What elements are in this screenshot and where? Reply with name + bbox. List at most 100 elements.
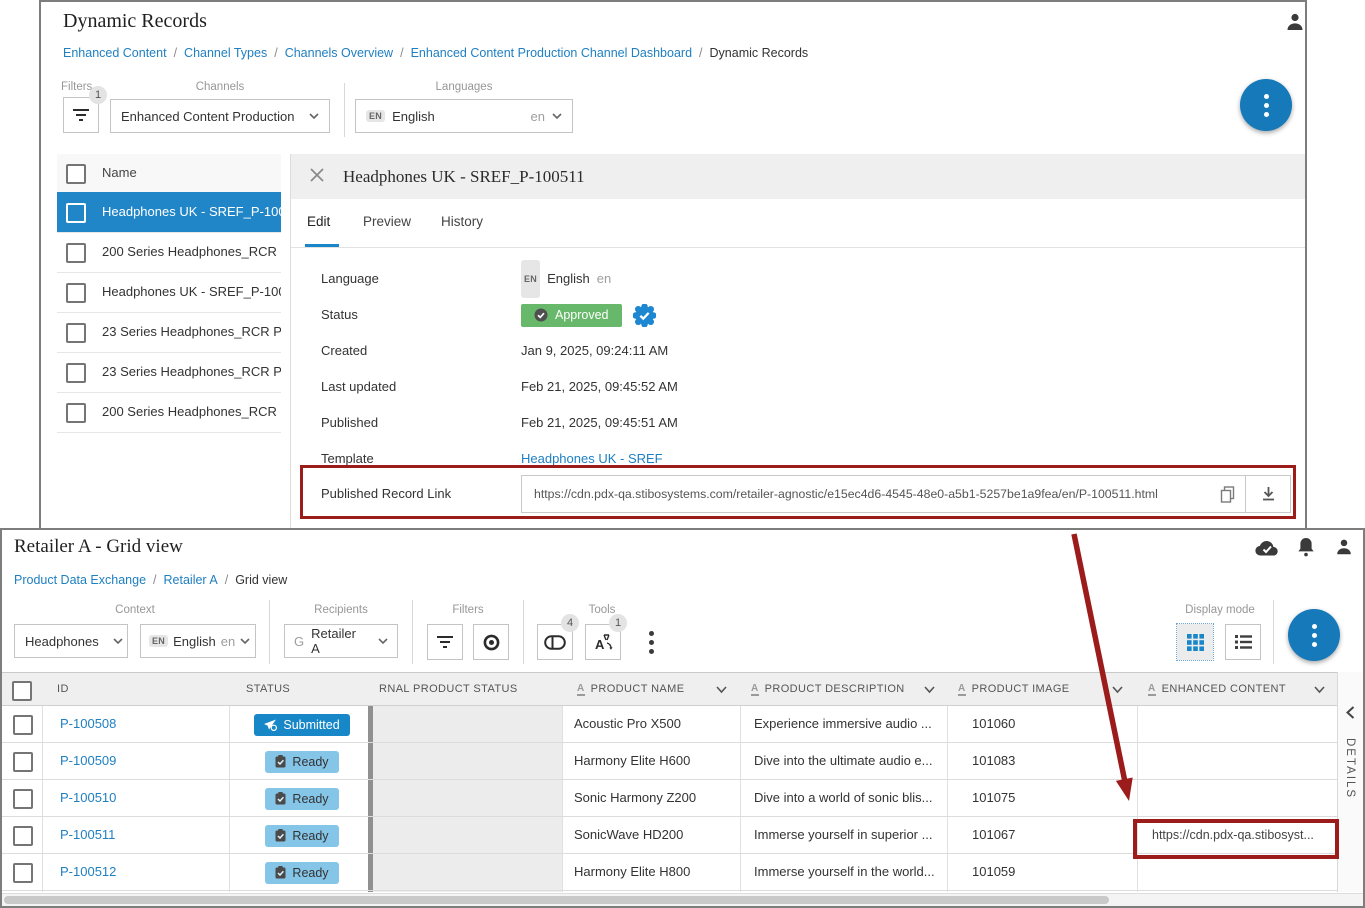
channels-dropdown[interactable]: Enhanced Content Production <box>110 99 330 133</box>
breadcrumb-channel-types[interactable]: Channel Types <box>184 46 267 60</box>
record-list-item[interactable]: Headphones UK - SREF_P-100 <box>57 192 281 233</box>
row-checkbox[interactable] <box>13 789 33 809</box>
col-header-product-description[interactable]: APRODUCT DESCRIPTION <box>751 673 905 705</box>
user-icon[interactable] <box>1284 11 1306 33</box>
product-id-link[interactable]: P-100509 <box>60 743 116 779</box>
col-header-product-image[interactable]: APRODUCT IMAGE <box>958 673 1070 705</box>
download-icon[interactable] <box>1245 476 1290 512</box>
breadcrumb-channel-dashboard[interactable]: Enhanced Content Production Channel Dash… <box>411 46 692 60</box>
languages-dropdown[interactable]: EN English en <box>355 99 573 133</box>
table-row[interactable]: P-100511 Ready SonicWave HD200 Immerse y… <box>2 817 1339 854</box>
table-row[interactable]: P-100508 Submitted Acoustic Pro X500 Exp… <box>2 706 1339 743</box>
breadcrumb-channels-overview[interactable]: Channels Overview <box>285 46 393 60</box>
row-checkbox[interactable] <box>66 203 86 223</box>
record-list-item[interactable]: 23 Series Headphones_RCR P <box>57 352 281 393</box>
product-name-cell: Sonic Harmony Z200 <box>574 780 696 816</box>
col-header-enhanced-content[interactable]: AENHANCED CONTENT <box>1148 673 1286 705</box>
chevron-down-icon[interactable] <box>1314 686 1325 694</box>
status-badge: Submitted <box>254 714 349 736</box>
row-checkbox[interactable] <box>13 863 33 883</box>
tools-kebab-menu[interactable] <box>633 624 669 660</box>
chevron-down-icon <box>378 638 388 645</box>
close-icon[interactable] <box>309 167 325 183</box>
copy-icon[interactable] <box>1209 486 1245 503</box>
record-list-item[interactable]: 200 Series Headphones_RCR <box>57 232 281 273</box>
filters-button[interactable] <box>427 624 463 660</box>
enhanced-content-cell[interactable]: https://cdn.pdx-qa.stibosyst... <box>1152 817 1314 853</box>
row-checkbox[interactable] <box>13 826 33 846</box>
product-id-link[interactable]: P-100508 <box>60 706 116 742</box>
record-list-item[interactable]: 23 Series Headphones_RCR P <box>57 312 281 353</box>
product-id-link[interactable]: P-100511 <box>60 817 115 853</box>
chevron-down-icon[interactable] <box>924 686 935 694</box>
table-row[interactable]: P-100512 Ready Harmony Elite H800 Immers… <box>2 854 1339 891</box>
field-label: Published <box>321 405 378 441</box>
row-checkbox[interactable] <box>13 715 33 735</box>
product-id-link[interactable]: P-100510 <box>60 780 116 816</box>
breadcrumb-retailer-a[interactable]: Retailer A <box>164 573 218 587</box>
breadcrumb: Product Data Exchange/Retailer A/Grid vi… <box>14 572 287 587</box>
bell-icon[interactable] <box>1296 536 1316 558</box>
field-label: Status <box>321 297 358 333</box>
recipients-dropdown[interactable]: G Retailer A <box>284 624 398 658</box>
published-record-link-input[interactable]: https://cdn.pdx-qa.stibosystems.com/reta… <box>521 475 1291 513</box>
col-header-status[interactable]: STATUS <box>246 673 290 705</box>
product-image-cell: 101075 <box>972 780 1015 816</box>
toolbar-divider <box>412 600 413 664</box>
display-mode-list-button[interactable] <box>1225 624 1261 660</box>
chevron-left-icon[interactable] <box>1346 706 1355 719</box>
record-list-item[interactable]: 200 Series Headphones_RCR <box>57 392 281 433</box>
tab-edit[interactable]: Edit <box>307 199 330 245</box>
row-checkbox[interactable] <box>66 403 86 423</box>
scrollbar-thumb[interactable] <box>4 896 1109 904</box>
status-badge: Ready <box>265 788 338 810</box>
product-description-cell: Dive into a world of sonic blis... <box>754 780 932 816</box>
toolbar-divider <box>269 600 270 664</box>
language-value: English <box>547 261 590 297</box>
select-all-checkbox[interactable] <box>12 681 32 701</box>
chevron-down-icon[interactable] <box>716 686 727 694</box>
select-all-checkbox[interactable] <box>66 164 86 184</box>
context-dropdown[interactable]: Headphones <box>14 624 128 658</box>
table-row[interactable]: P-100509 Ready Harmony Elite H600 Dive i… <box>2 743 1339 780</box>
tab-preview[interactable]: Preview <box>363 199 411 245</box>
recipients-value: Retailer A <box>311 626 364 656</box>
tab-history[interactable]: History <box>441 199 483 245</box>
user-icon[interactable] <box>1334 537 1354 557</box>
actions-fab[interactable] <box>1288 609 1340 661</box>
breadcrumb: Enhanced Content/Channel Types/Channels … <box>63 45 808 60</box>
row-checkbox[interactable] <box>66 323 86 343</box>
retailer-grid-window: Retailer A - Grid view Product Data Exch… <box>0 528 1365 908</box>
row-checkbox[interactable] <box>66 363 86 383</box>
row-checkbox[interactable] <box>13 752 33 772</box>
chevron-down-icon[interactable] <box>1112 686 1123 694</box>
chevron-down-icon <box>552 113 562 120</box>
language-value: English <box>173 634 216 649</box>
breadcrumb-product-data-exchange[interactable]: Product Data Exchange <box>14 573 146 587</box>
breadcrumb-enhanced-content[interactable]: Enhanced Content <box>63 46 167 60</box>
col-header-product-name[interactable]: APRODUCT NAME <box>577 673 684 705</box>
published-value: Feb 21, 2025, 09:45:51 AM <box>521 405 678 441</box>
row-checkbox[interactable] <box>66 243 86 263</box>
row-checkbox[interactable] <box>66 283 86 303</box>
language-code: en <box>531 109 545 124</box>
eye-icon-button[interactable] <box>473 624 509 660</box>
product-id-link[interactable]: P-100512 <box>60 854 116 890</box>
product-name-cell: Harmony Elite H600 <box>574 743 690 779</box>
col-header-id[interactable]: ID <box>57 673 69 705</box>
context-language-dropdown[interactable]: EN English en <box>140 624 256 658</box>
status-badge: Approved <box>521 304 622 327</box>
detail-header: Headphones UK - SREF_P-100511 <box>291 154 1305 199</box>
dynamic-records-window: Dynamic Records Enhanced Content/Channel… <box>39 0 1307 529</box>
display-mode-grid-button[interactable] <box>1177 624 1213 660</box>
cloud-check-icon[interactable] <box>1254 538 1280 558</box>
actions-fab[interactable] <box>1240 79 1292 131</box>
published-record-url[interactable]: https://cdn.pdx-qa.stibosystems.com/reta… <box>522 487 1209 501</box>
col-header-external-product-status[interactable]: RNAL PRODUCT STATUS <box>379 673 518 705</box>
recipients-label: Recipients <box>284 604 398 616</box>
context-value: Headphones <box>25 634 99 649</box>
table-row[interactable]: P-100510 Ready Sonic Harmony Z200 Dive i… <box>2 780 1339 817</box>
template-link[interactable]: Headphones UK - SREF <box>521 441 663 477</box>
record-list-item[interactable]: Headphones UK - SREF_P-100 <box>57 272 281 313</box>
detail-tabs: Edit Preview History <box>291 199 1305 248</box>
